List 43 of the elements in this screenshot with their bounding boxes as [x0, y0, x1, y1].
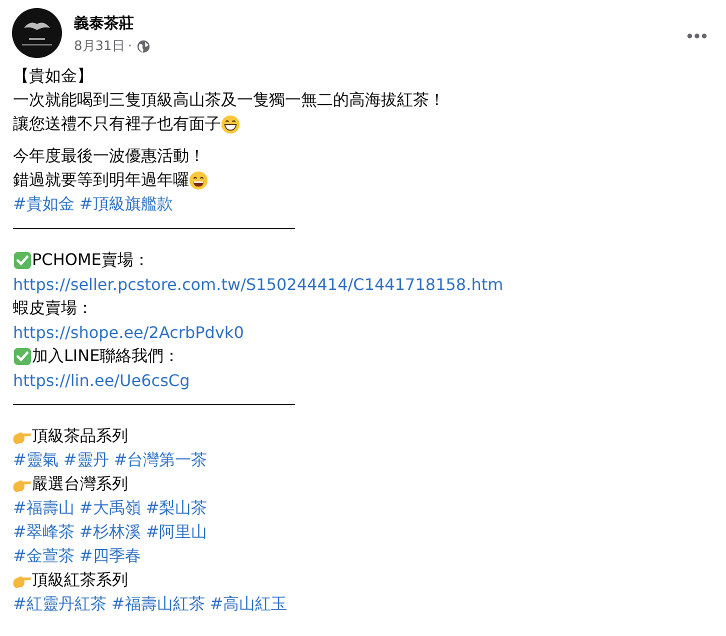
post-text: PCHOME賣場：	[32, 250, 150, 270]
pointing-hand-icon	[13, 480, 32, 492]
hashtag-link[interactable]: #台灣第一茶	[114, 450, 208, 470]
hashtag-link[interactable]: #靈氣	[13, 450, 58, 470]
post-text: 頂級茶品系列	[32, 426, 128, 446]
check-mark-icon	[13, 346, 32, 366]
post-text: 【貴如金】	[13, 66, 93, 86]
post-text: 嚴選台灣系列	[32, 474, 128, 494]
post-text: 蝦皮賣場：	[13, 298, 93, 318]
hashtag-link[interactable]: #福壽山紅茶	[111, 594, 205, 614]
hashtag-link[interactable]: #福壽山	[13, 498, 74, 518]
post-text: 頂級紅茶系列	[32, 570, 128, 590]
hashtag-link[interactable]: #大禹嶺	[79, 498, 141, 518]
post-text: 一次就能喝到三隻頂級高山茶及一隻獨一無二的高海拔紅茶！	[13, 90, 445, 110]
hashtag-link[interactable]: #紅靈丹紅茶	[13, 594, 106, 614]
hashtag-link[interactable]: #阿里山	[146, 522, 208, 542]
hashtag-link[interactable]: #杉林溪	[79, 522, 141, 542]
link[interactable]: https://seller.pcstore.com.tw/S150244414/C1441718158.htm	[13, 274, 504, 294]
hashtag-link[interactable]: #頂級旗艦款	[79, 194, 173, 214]
post-date[interactable]: 8月31日	[74, 37, 125, 55]
link[interactable]: https://shope.ee/2AcrbPdvk0	[13, 322, 244, 342]
hashtag-link[interactable]: #金萱茶	[13, 546, 74, 566]
check-mark-icon	[13, 250, 32, 270]
page-name[interactable]: 義泰茶莊	[74, 14, 150, 33]
more-options-icon[interactable]	[687, 33, 707, 39]
smiling-face-icon	[189, 170, 208, 190]
post-text: 今年度最後一波優惠活動！	[13, 146, 205, 166]
hashtag-link[interactable]: #靈丹	[63, 450, 109, 470]
avatar-logo-icon[interactable]	[12, 8, 62, 58]
hashtag-link[interactable]: #四季春	[79, 546, 141, 566]
separator-dot: ·	[128, 38, 132, 54]
grinning-face-icon	[221, 114, 240, 134]
hashtag-link[interactable]: #翠峰茶	[13, 522, 74, 542]
pointing-hand-icon	[13, 432, 32, 444]
link[interactable]: https://lin.ee/Ue6csCg	[13, 370, 190, 390]
globe-icon[interactable]	[136, 40, 150, 52]
hashtag-link[interactable]: #貴如金	[13, 194, 74, 214]
hashtag-link[interactable]: #梨山茶	[146, 498, 208, 518]
post-text: 錯過就要等到明年過年囉	[13, 170, 189, 190]
post-text: 讓您送禮不只有裡子也有面子	[13, 114, 221, 134]
hashtag-link[interactable]: #高山紅玉	[210, 594, 288, 614]
post-text: 加入LINE聯絡我們：	[32, 346, 180, 366]
pointing-hand-icon	[13, 576, 32, 588]
